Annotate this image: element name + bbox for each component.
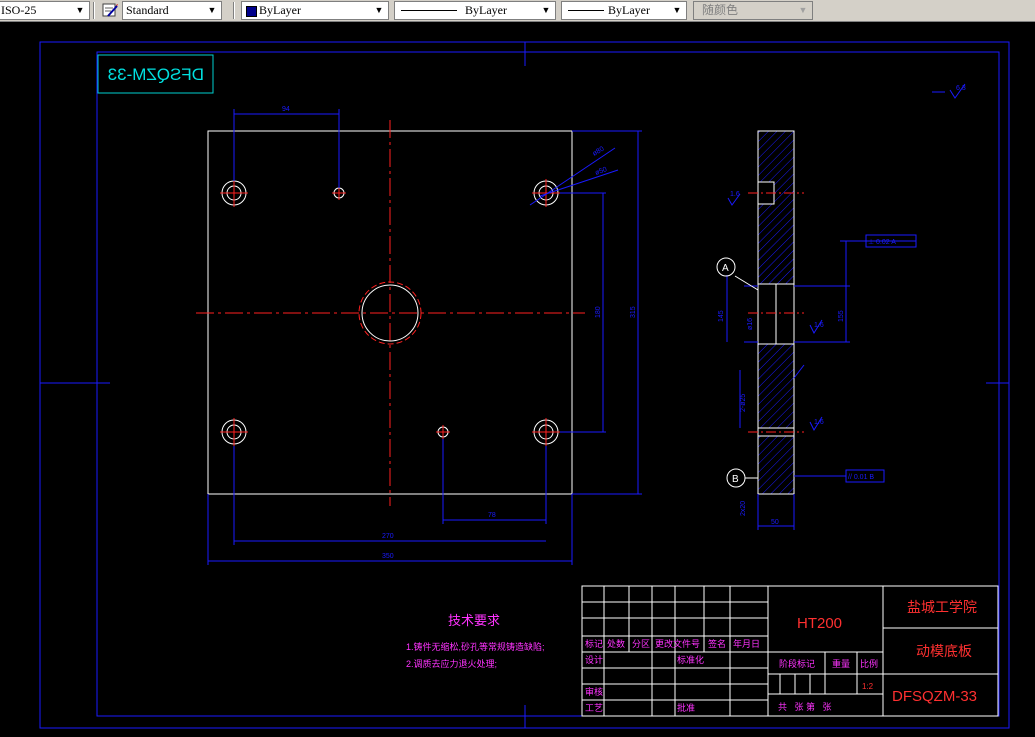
dim-side-155: 155 xyxy=(838,310,845,322)
svg-text:1.6: 1.6 xyxy=(730,191,740,198)
color-value: ByLayer xyxy=(259,3,301,17)
svg-text:阶段标记: 阶段标记 xyxy=(779,658,815,669)
part-name: 动模底板 xyxy=(916,643,972,659)
dim-78: 78 xyxy=(488,512,496,519)
linetype-preview xyxy=(401,10,457,11)
chevron-down-icon[interactable]: ▼ xyxy=(372,3,386,18)
svg-text:设计: 设计 xyxy=(585,654,603,665)
toolbar-separator xyxy=(233,2,235,19)
technical-requirements: 技术要求 1.铸件无缩松,砂孔等常规铸造缺陷; 2.调质去应力退火处理; xyxy=(406,613,545,669)
school-name: 盐城工学院 xyxy=(907,599,977,615)
front-view: 94 ø80 ø50 180 315 78 270 350 xyxy=(196,106,642,565)
chevron-down-icon[interactable]: ▼ xyxy=(670,3,684,18)
datum-a: A xyxy=(722,263,729,274)
mirrored-code-text: DFSQZM-33 xyxy=(108,65,204,84)
svg-text:1.6: 1.6 xyxy=(814,419,824,426)
text-style-icon[interactable] xyxy=(100,1,120,20)
dimstyle-value: ISO-25 xyxy=(1,3,37,17)
dim-350: 350 xyxy=(382,553,394,560)
dim-94: 94 xyxy=(282,106,290,113)
tech-title: 技术要求 xyxy=(448,613,500,628)
tech-line2: 2.调质去应力退火处理; xyxy=(406,658,497,669)
linetype-dropdown[interactable]: ByLayer ▼ xyxy=(394,1,556,20)
chevron-down-icon[interactable]: ▼ xyxy=(73,3,87,18)
svg-text:比例: 比例 xyxy=(860,658,878,669)
svg-text:6.3: 6.3 xyxy=(956,85,966,92)
scale-value: 1:2 xyxy=(862,682,874,691)
properties-toolbar: ISO-25 ▼ Standard ▼ ByLayer ▼ ByLayer ▼ … xyxy=(0,0,1035,22)
svg-text:重量: 重量 xyxy=(832,658,850,669)
color-swatch xyxy=(246,6,257,17)
roughness-symbol: 6.3 xyxy=(932,83,966,99)
chevron-down-icon[interactable]: ▼ xyxy=(539,3,553,18)
chevron-down-icon[interactable]: ▼ xyxy=(205,3,219,18)
dimstyle-dropdown[interactable]: ISO-25 ▼ xyxy=(0,1,90,20)
dim-side-phi16: ø16 xyxy=(747,318,754,330)
dim-180: 180 xyxy=(595,306,602,318)
drawing-canvas[interactable]: DFSQZM-33 6.3 94 ø80 ø50 180 315 78 270 … xyxy=(0,22,1035,737)
toolbar-separator xyxy=(93,2,95,19)
mirrored-code-box: DFSQZM-33 xyxy=(97,54,214,94)
svg-text:批准: 批准 xyxy=(677,702,695,713)
dim-315: 315 xyxy=(630,306,637,318)
textstyle-dropdown[interactable]: Standard ▼ xyxy=(122,1,222,20)
svg-text:工艺: 工艺 xyxy=(585,703,603,713)
svg-text:分区: 分区 xyxy=(632,639,650,649)
drawing-code: DFSQZM-33 xyxy=(892,688,977,705)
dim-side-145: 145 xyxy=(718,310,725,322)
material-text: HT200 xyxy=(797,615,842,632)
dim-270: 270 xyxy=(382,533,394,540)
svg-text:年月日: 年月日 xyxy=(733,638,760,649)
textstyle-value: Standard xyxy=(126,3,169,17)
plotstyle-value: 随颜色 xyxy=(702,3,739,17)
lineweight-value: ByLayer xyxy=(608,3,650,17)
svg-text:签名: 签名 xyxy=(708,638,726,649)
tech-line1: 1.铸件无缩松,砂孔等常规铸造缺陷; xyxy=(406,641,545,652)
gdt-top: ⊥ 0.02 A xyxy=(868,239,896,246)
roughness-side: 1.6 xyxy=(814,322,824,329)
svg-text:审核: 审核 xyxy=(585,686,603,697)
side-view: 50 145 155 ø16 2-ø25 2x20 1.6 1.6 1.6 ⊥ … xyxy=(716,130,917,530)
dim-side-phi25: 2-ø25 xyxy=(740,394,747,412)
dim-side-2x20: 2x20 xyxy=(740,501,747,516)
svg-text:处数: 处数 xyxy=(607,638,625,649)
datum-b: B xyxy=(732,474,739,485)
drawing-frames xyxy=(39,41,1010,729)
svg-text:标准化: 标准化 xyxy=(677,654,704,665)
linetype-value: ByLayer xyxy=(465,3,507,17)
sheets-label: 共 张 第 张 xyxy=(778,701,832,712)
color-dropdown[interactable]: ByLayer ▼ xyxy=(241,1,389,20)
plotstyle-dropdown[interactable]: 随颜色 ▼ xyxy=(693,1,813,20)
title-block: 标记 处数 分区 更改文件号 签名 年月日 设计 标准化 审核 工艺 批准 阶段… xyxy=(581,585,999,717)
svg-text:标记: 标记 xyxy=(585,638,603,649)
lineweight-dropdown[interactable]: ByLayer ▼ xyxy=(561,1,687,20)
gdt-bottom: // 0.01 B xyxy=(848,474,874,481)
lineweight-preview xyxy=(568,10,604,11)
svg-text:更改文件号: 更改文件号 xyxy=(655,638,700,649)
chevron-down-icon[interactable]: ▼ xyxy=(796,3,810,18)
dim-side-width: 50 xyxy=(771,519,779,526)
